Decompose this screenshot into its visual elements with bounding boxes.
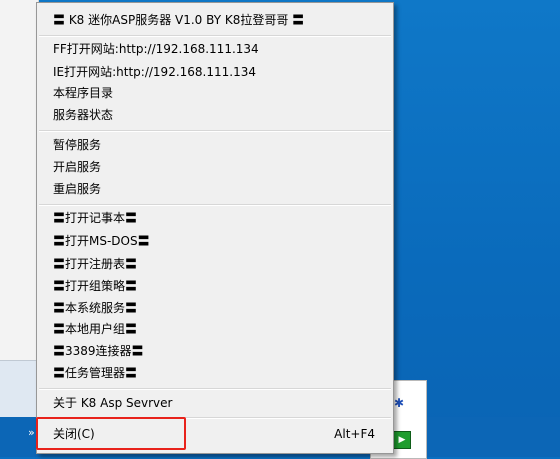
menu-separator (39, 388, 391, 390)
menu-separator (39, 130, 391, 132)
background-window (0, 0, 39, 360)
menu-item-pause-service[interactable]: 暂停服务 (39, 134, 391, 156)
menu-item-close-shortcut: Alt+F4 (334, 427, 375, 441)
green-app-icon[interactable]: ▶ (393, 431, 411, 449)
highlight-annotation-box (36, 417, 186, 450)
chevron-down-icon: » (28, 426, 35, 439)
menu-item-local-users[interactable]: 〓本地用户组〓 (39, 318, 391, 340)
menu-item-about[interactable]: 关于 K8 Asp Sevrver (39, 392, 391, 414)
menu-item-task-manager[interactable]: 〓任务管理器〓 (39, 362, 391, 384)
menu-separator (39, 204, 391, 206)
background-window-strip (0, 360, 38, 418)
menu-title: 〓 K8 迷你ASP服务器 V1.0 BY K8拉登哥哥 〓 (53, 13, 305, 27)
menu-item-server-status[interactable]: 服务器状态 (39, 104, 391, 126)
menu-item-group-policy[interactable]: 〓打开组策略〓 (39, 275, 391, 297)
menu-item-ff-open-site[interactable]: FF打开网站:http://192.168.111.134 (39, 38, 391, 60)
menu-separator (39, 35, 391, 37)
menu-item-restart-service[interactable]: 重启服务 (39, 178, 391, 200)
menu-item-system-services[interactable]: 〓本系统服务〓 (39, 297, 391, 319)
context-menu: 〓 K8 迷你ASP服务器 V1.0 BY K8拉登哥哥 〓 FF打开网站:ht… (36, 2, 394, 454)
menu-item-ie-open-site[interactable]: IE打开网站:http://192.168.111.134 (39, 61, 391, 83)
menu-item-notepad[interactable]: 〓打开记事本〓 (39, 207, 391, 229)
menu-item-start-service[interactable]: 开启服务 (39, 156, 391, 178)
menu-item-msdos[interactable]: 〓打开MS-DOS〓 (39, 230, 391, 252)
menu-item-program-dir[interactable]: 本程序目录 (39, 82, 391, 104)
menu-item-registry[interactable]: 〓打开注册表〓 (39, 253, 391, 275)
menu-item-rdp-connector[interactable]: 〓3389连接器〓 (39, 340, 391, 362)
